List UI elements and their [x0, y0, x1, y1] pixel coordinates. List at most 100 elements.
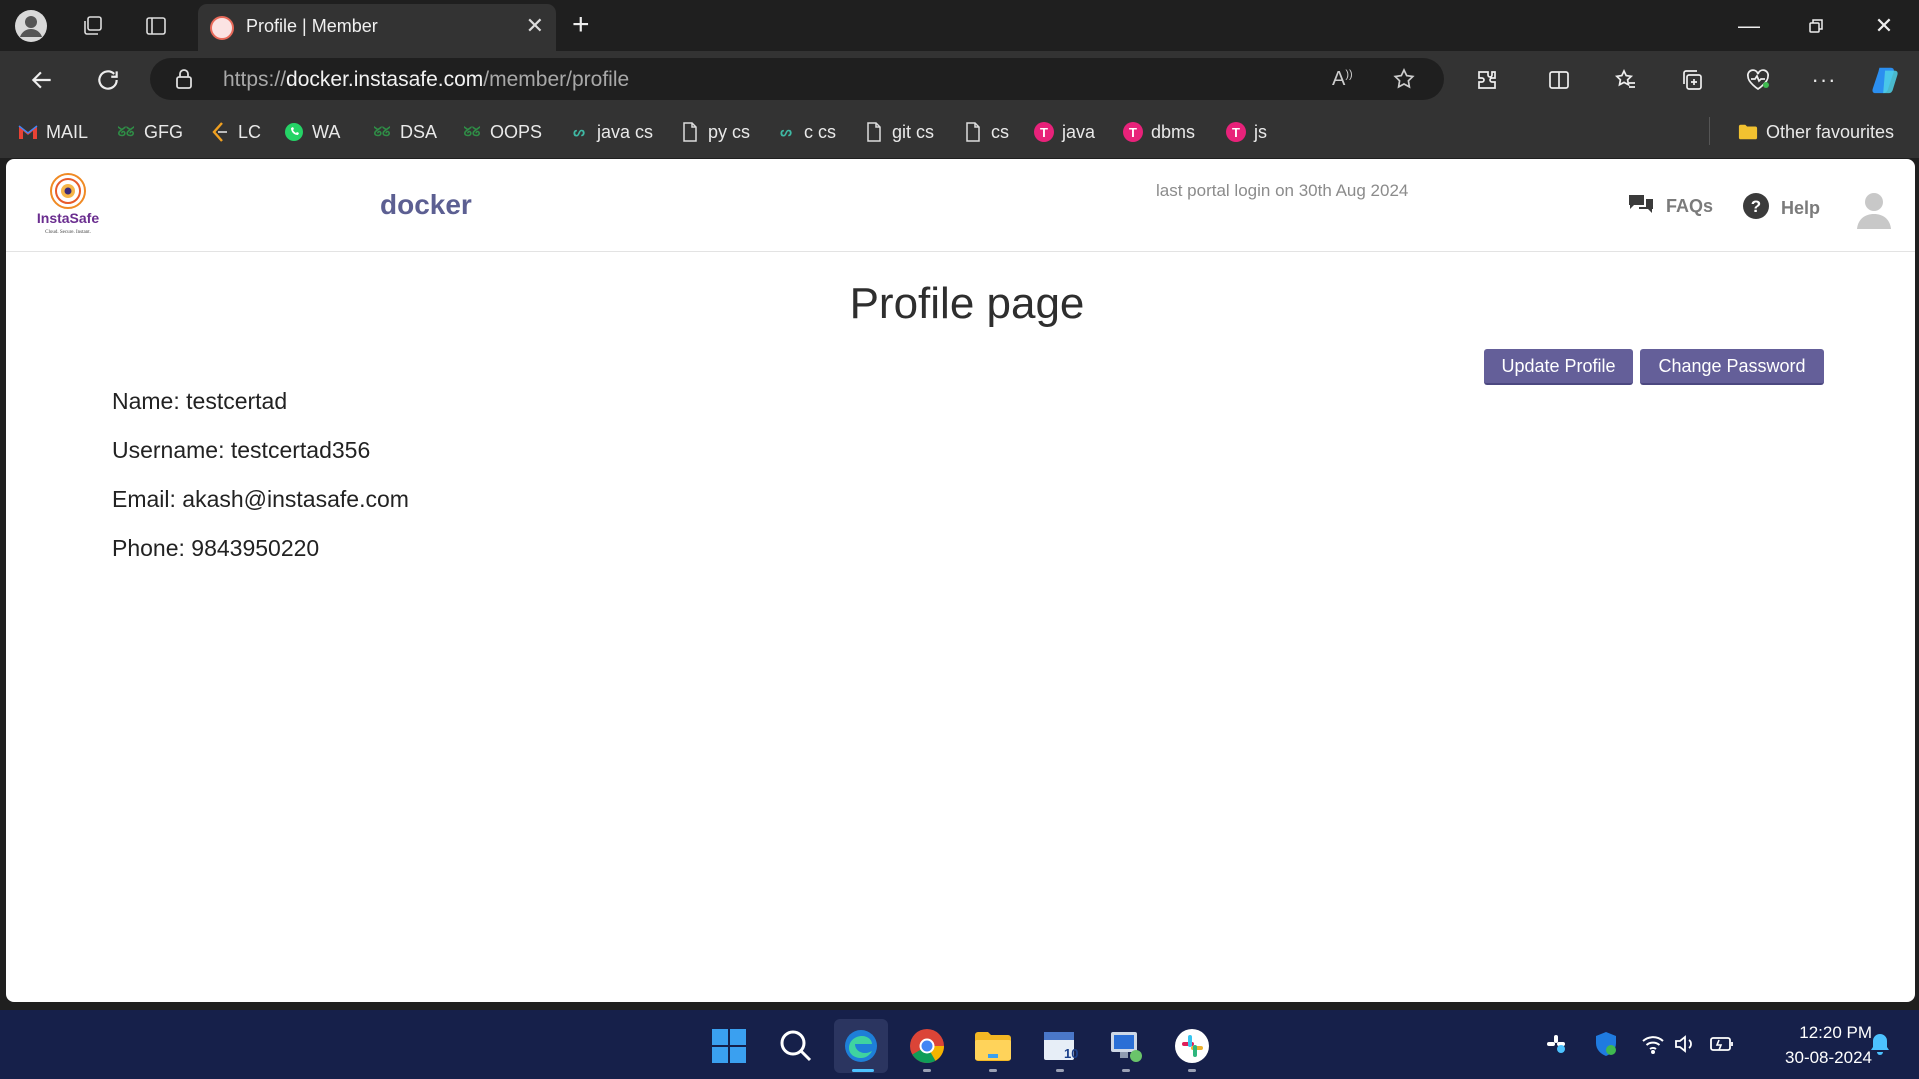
bookmark-label: DSA: [400, 121, 438, 142]
help-label: Help: [1781, 198, 1821, 218]
workspaces-icon[interactable]: [76, 9, 110, 43]
app-indicator: [989, 1069, 997, 1072]
chat-icon: [1628, 193, 1654, 220]
svg-text:?: ?: [1751, 197, 1761, 216]
bookmark-label: cs: [991, 121, 1009, 142]
active-app-indicator: [852, 1069, 874, 1072]
search-icon[interactable]: [769, 1019, 823, 1073]
bookmark-wa[interactable]: WA: [284, 119, 340, 145]
browser-essentials-icon[interactable]: [1742, 64, 1774, 96]
tpoint-icon: T: [1226, 122, 1246, 142]
wifi-icon[interactable]: [1640, 1031, 1666, 1057]
bookmark-cs[interactable]: cs: [963, 119, 1009, 145]
bookmarks-divider: [1709, 117, 1710, 145]
bookmark-label: java cs: [597, 121, 654, 142]
close-tab-icon[interactable]: ✕: [526, 14, 544, 38]
other-favourites[interactable]: Other favourites: [1738, 119, 1894, 145]
tpoint-icon: T: [1123, 122, 1143, 142]
edge-taskbar-icon[interactable]: [834, 1019, 888, 1073]
notification-bell-icon[interactable]: [1867, 1031, 1893, 1057]
clock[interactable]: 12:20 PM 30-08-2024: [1752, 1020, 1872, 1070]
page-title: Profile page: [849, 279, 1085, 328]
bookmark-label: MAIL: [46, 121, 89, 142]
url-text[interactable]: https://docker.instasafe.com/member/prof…: [223, 68, 629, 92]
more-menu-icon[interactable]: ···: [1808, 64, 1840, 96]
tpoint-icon: T: [1034, 122, 1054, 142]
favorites-icon[interactable]: [1610, 64, 1642, 96]
page-icon: [864, 122, 884, 142]
help-link[interactable]: ? Help: [1743, 193, 1820, 224]
copilot-icon[interactable]: [1870, 64, 1902, 96]
bookmark-label: js: [1254, 121, 1267, 142]
new-tab-icon[interactable]: +: [572, 10, 590, 40]
svg-text:10: 10: [1064, 1046, 1078, 1061]
collections-icon[interactable]: [1676, 64, 1708, 96]
minimize-icon[interactable]: —: [1714, 0, 1784, 51]
bookmark-java[interactable]: Tjava: [1034, 119, 1095, 145]
bookmark-dsa[interactable]: ᘜᘜ DSA: [372, 119, 437, 145]
user-avatar-icon[interactable]: [1854, 189, 1894, 229]
app-indicator: [1188, 1069, 1196, 1072]
bookmark-dbms[interactable]: Tdbms: [1123, 119, 1195, 145]
security-shield-icon[interactable]: [1593, 1031, 1619, 1057]
tab-favicon-icon: [210, 16, 234, 40]
faqs-link[interactable]: FAQs: [1628, 193, 1713, 220]
svg-text:InstaSafe: InstaSafe: [37, 210, 99, 226]
bookmark-oops[interactable]: ᘜᘜ OOPS: [462, 119, 542, 145]
chrome-icon[interactable]: [900, 1019, 954, 1073]
svg-text:Cloud. Secure. Instant.: Cloud. Secure. Instant.: [45, 230, 91, 235]
codingninjas-icon: ᔕ: [573, 124, 585, 139]
lock-icon[interactable]: [174, 68, 194, 95]
bookmark-c-cs[interactable]: ᔕ c cs: [776, 119, 836, 145]
gfg-icon: ᘜᘜ: [117, 124, 135, 139]
extensions-icon[interactable]: [1471, 64, 1503, 96]
bookmark-label: py cs: [708, 121, 751, 142]
refresh-icon[interactable]: [92, 64, 124, 96]
profile-phone: Phone: 9843950220: [112, 535, 320, 561]
page-icon: [963, 122, 983, 142]
bookmark-java-cs[interactable]: ᔕ java cs: [569, 119, 653, 145]
address-bar[interactable]: https://docker.instasafe.com/member/prof…: [150, 58, 1444, 100]
other-favourites-label: Other favourites: [1766, 121, 1895, 142]
bookmark-py-cs[interactable]: py cs: [680, 119, 750, 145]
read-aloud-icon[interactable]: A)): [1332, 68, 1353, 91]
active-tab[interactable]: Profile | Member ✕: [198, 4, 556, 51]
battery-icon[interactable]: [1709, 1031, 1735, 1057]
remote-desktop-icon[interactable]: [1099, 1019, 1153, 1073]
back-icon[interactable]: [26, 64, 58, 96]
profile-email: Email: akash@instasafe.com: [112, 486, 409, 512]
profile-icon[interactable]: [14, 9, 48, 43]
tray-app-icon[interactable]: [1543, 1031, 1569, 1057]
code-blocks-icon[interactable]: 10: [1033, 1019, 1087, 1073]
start-icon[interactable]: [702, 1019, 756, 1073]
bookmark-js[interactable]: Tjs: [1226, 119, 1267, 145]
volume-icon[interactable]: [1672, 1031, 1698, 1057]
clock-date: 30-08-2024: [1785, 1048, 1872, 1067]
leetcode-icon: [210, 122, 230, 142]
close-window-icon[interactable]: ✕: [1849, 0, 1919, 51]
instasafe-logo[interactable]: InstaSafe Cloud. Secure. Instant.: [36, 171, 100, 237]
bookmark-label: LC: [238, 121, 262, 142]
change-password-button[interactable]: Change Password: [1640, 349, 1824, 385]
bookmark-git-cs[interactable]: git cs: [864, 119, 934, 145]
clock-time: 12:20 PM: [1799, 1023, 1872, 1042]
bookmark-lc[interactable]: LC: [210, 119, 261, 145]
restore-icon[interactable]: [1781, 0, 1851, 51]
tab-actions-icon[interactable]: [139, 9, 173, 43]
favorite-star-icon[interactable]: [1392, 67, 1416, 96]
split-screen-icon[interactable]: [1543, 64, 1575, 96]
file-explorer-icon[interactable]: [966, 1019, 1020, 1073]
bookmark-label: dbms: [1151, 121, 1196, 142]
last-login-text: last portal login on 30th Aug 2024: [1156, 181, 1409, 200]
bookmark-mail[interactable]: MAIL: [18, 119, 88, 145]
bookmark-gfg[interactable]: ᘜᘜ GFG: [116, 119, 183, 145]
slack-icon[interactable]: [1165, 1019, 1219, 1073]
bookmark-label: git cs: [892, 121, 935, 142]
profile-username: Username: testcertad356: [112, 437, 371, 463]
folder-icon: [1738, 122, 1758, 142]
app-indicator: [923, 1069, 931, 1072]
whatsapp-icon: [284, 122, 304, 142]
web-page: InstaSafe Cloud. Secure. Instant. docker…: [6, 159, 1915, 1002]
update-profile-button[interactable]: Update Profile: [1484, 349, 1633, 385]
page-header: InstaSafe Cloud. Secure. Instant. docker…: [6, 159, 1915, 252]
